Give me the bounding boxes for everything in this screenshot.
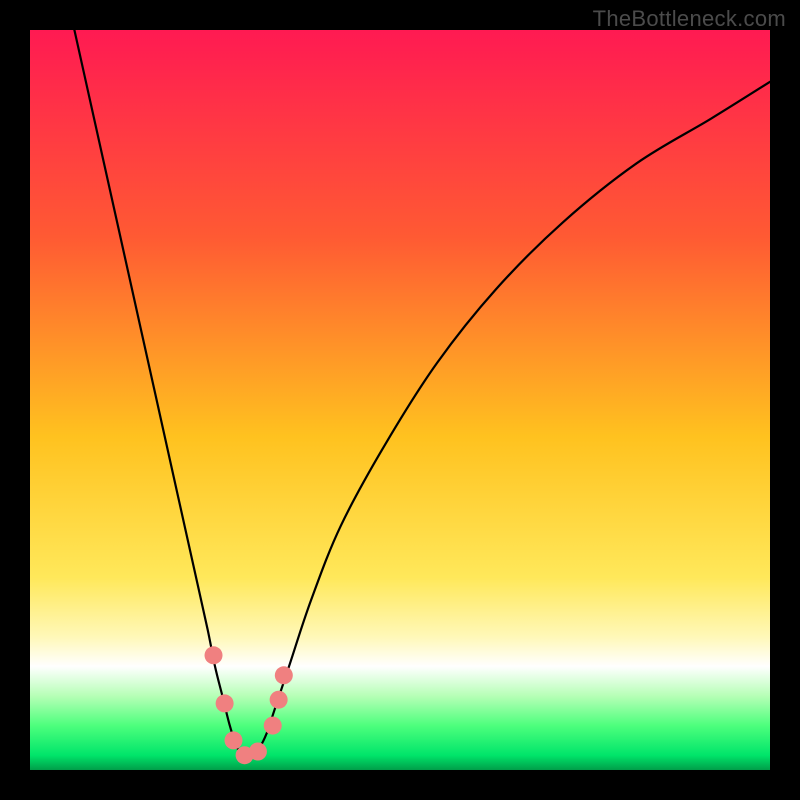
data-marker xyxy=(225,731,243,749)
data-marker xyxy=(275,666,293,684)
data-marker xyxy=(270,691,288,709)
bottleneck-chart-svg xyxy=(30,30,770,770)
data-marker xyxy=(264,717,282,735)
data-marker xyxy=(216,694,234,712)
chart-container: TheBottleneck.com xyxy=(0,0,800,800)
watermark-text: TheBottleneck.com xyxy=(593,6,786,32)
data-marker xyxy=(205,646,223,664)
plot-area xyxy=(30,30,770,770)
data-marker xyxy=(249,743,267,761)
chart-background xyxy=(30,30,770,770)
